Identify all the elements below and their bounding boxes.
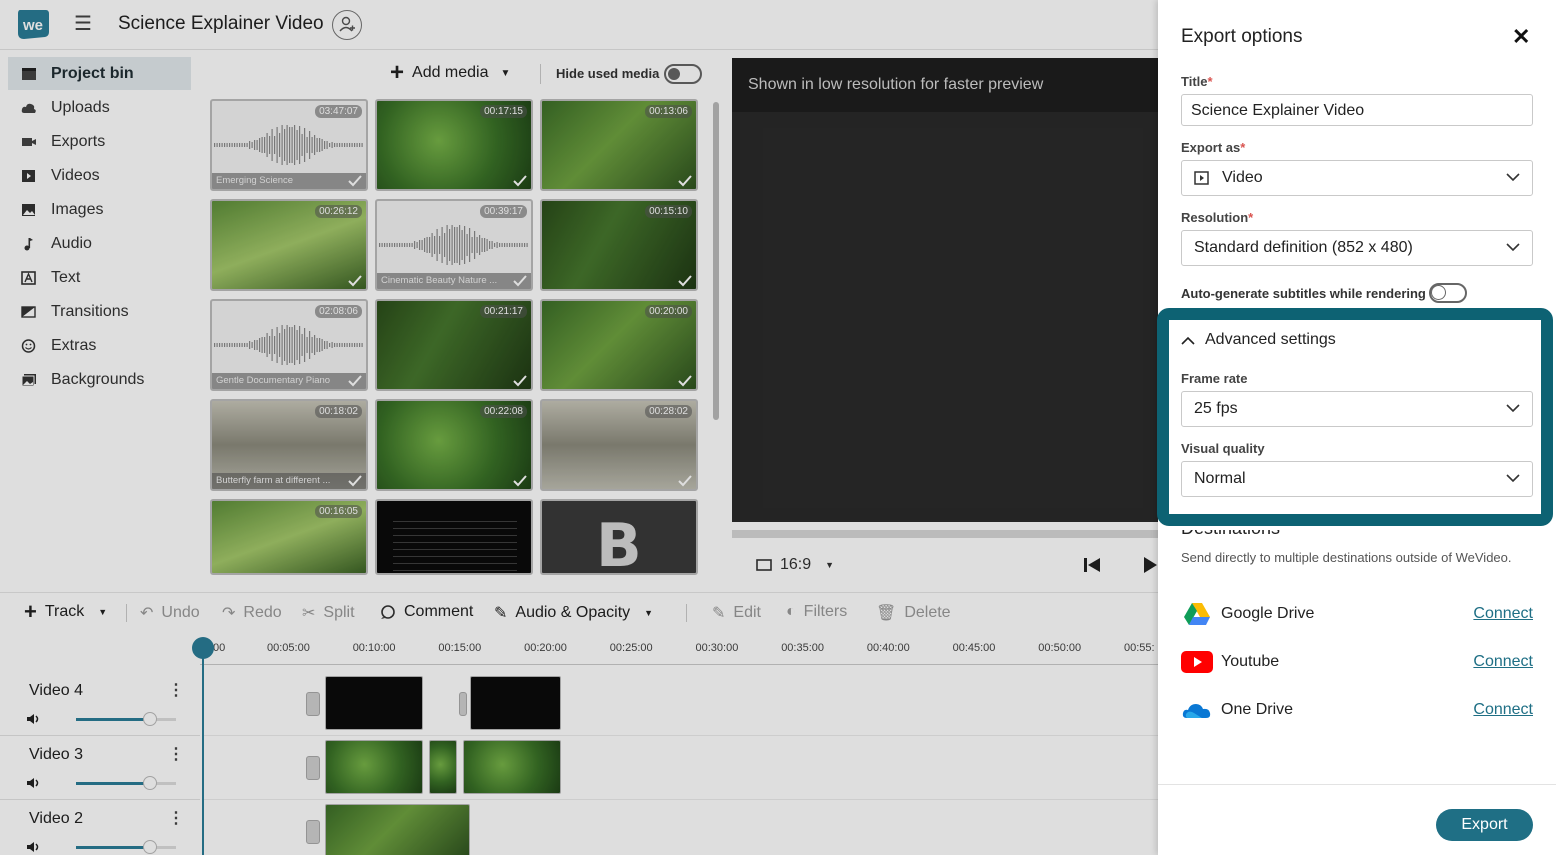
resolution-select[interactable]: Standard definition (852 x 480) <box>1181 230 1533 266</box>
visual-quality-label: Visual quality <box>1181 441 1265 456</box>
youtube-icon <box>1181 649 1213 675</box>
onedrive-icon <box>1181 697 1213 723</box>
close-icon[interactable]: ✕ <box>1512 24 1530 50</box>
connect-onedrive-link[interactable]: Connect <box>1473 701 1533 719</box>
title-input[interactable]: Science Explainer Video <box>1181 94 1533 126</box>
export-as-select[interactable]: Video <box>1181 160 1533 196</box>
destination-google-drive: Google Drive Connect <box>1181 599 1533 629</box>
advanced-settings-label: Advanced settings <box>1205 331 1336 348</box>
visual-quality-value: Normal <box>1194 470 1246 487</box>
play-box-icon <box>1194 171 1209 185</box>
chevron-down-icon <box>1506 404 1520 413</box>
destinations-subtitle: Send directly to multiple destinations o… <box>1181 550 1512 565</box>
modal-overlay[interactable] <box>0 0 1158 855</box>
toggle-knob <box>1431 285 1446 300</box>
frame-rate-value: 25 fps <box>1194 400 1238 417</box>
visual-quality-select[interactable]: Normal <box>1181 461 1533 497</box>
panel-title: Export options <box>1181 26 1303 47</box>
subtitles-toggle[interactable] <box>1429 283 1467 303</box>
advanced-settings-toggle[interactable]: Advanced settings <box>1181 331 1336 349</box>
panel-footer-divider <box>1158 784 1556 785</box>
destination-name: Youtube <box>1221 653 1280 670</box>
export-as-value: Video <box>1222 169 1263 186</box>
destination-youtube: Youtube Connect <box>1181 647 1533 677</box>
subtitles-label: Auto-generate subtitles while rendering <box>1181 286 1426 301</box>
chevron-up-icon <box>1181 336 1195 345</box>
destination-name: One Drive <box>1221 701 1294 718</box>
destination-name: Google Drive <box>1221 605 1315 622</box>
frame-rate-label: Frame rate <box>1181 371 1248 386</box>
frame-rate-select[interactable]: 25 fps <box>1181 391 1533 427</box>
connect-youtube-link[interactable]: Connect <box>1473 653 1533 671</box>
resolution-value: Standard definition (852 x 480) <box>1194 239 1413 256</box>
resolution-label: Resolution* <box>1181 210 1254 225</box>
chevron-down-icon <box>1506 243 1520 252</box>
export-as-label: Export as* <box>1181 140 1246 155</box>
destination-onedrive: One Drive Connect <box>1181 695 1533 725</box>
chevron-down-icon <box>1506 474 1520 483</box>
export-button[interactable]: Export <box>1436 809 1533 841</box>
connect-google-drive-link[interactable]: Connect <box>1473 605 1533 623</box>
google-drive-icon <box>1181 601 1213 627</box>
title-field-label: Title* <box>1181 74 1213 89</box>
chevron-down-icon <box>1506 173 1520 182</box>
